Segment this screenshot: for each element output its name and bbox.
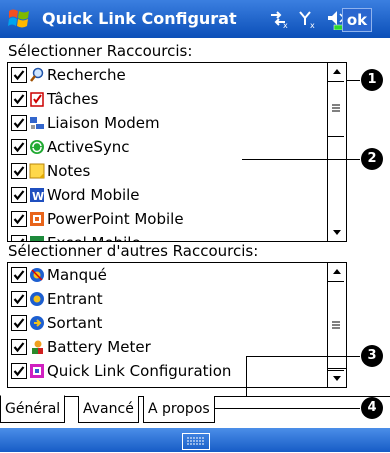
missed-call-icon: [29, 267, 45, 283]
checkbox[interactable]: [11, 363, 27, 379]
checkbox[interactable]: [11, 187, 27, 203]
callout-line: [346, 80, 360, 81]
list-item-label: Notes: [47, 162, 91, 180]
list-item[interactable]: Notes: [8, 159, 326, 183]
list-item[interactable]: W Word Mobile: [8, 183, 326, 207]
scroll-down-button[interactable]: [328, 368, 346, 387]
list-item[interactable]: Manqué: [8, 263, 326, 287]
battery-meter-icon: [29, 339, 45, 355]
list-item-label: Excel Mobile: [47, 234, 141, 241]
scroll-thumb[interactable]: [328, 281, 344, 371]
scroll-up-button[interactable]: [328, 63, 346, 81]
checkbox[interactable]: [11, 291, 27, 307]
list-item-label: Recherche: [47, 66, 126, 84]
checkbox[interactable]: [11, 139, 27, 155]
list-item-label: Tâches: [47, 90, 99, 108]
list-item[interactable]: Quick Link Configuration: [8, 359, 326, 383]
ok-button[interactable]: ok: [342, 8, 372, 32]
checkbox[interactable]: [11, 387, 27, 388]
keyboard-icon[interactable]: [182, 433, 210, 450]
list-item-label: Liaison Modem: [47, 114, 160, 132]
callout-3: 3: [361, 345, 383, 367]
list-item-label: Manqué: [47, 266, 107, 284]
list-item[interactable]: ActiveSync: [8, 135, 326, 159]
scroll-up-button[interactable]: [328, 263, 346, 281]
notes-icon: [29, 163, 45, 179]
list-item-label: Word Mobile: [47, 186, 140, 204]
list-item-label: Connexions: [47, 386, 134, 387]
tab-about[interactable]: A propos: [143, 396, 215, 423]
connectivity-icon[interactable]: x: [268, 9, 290, 29]
checkbox[interactable]: [11, 163, 27, 179]
list1-label: Sélectionner Raccourcis:: [8, 42, 193, 60]
list-item-label: ActiveSync: [47, 138, 130, 156]
tasks-icon: [29, 91, 45, 107]
list-item[interactable]: Excel Mobile: [8, 231, 326, 241]
modem-icon: [29, 115, 45, 131]
checkbox[interactable]: [11, 67, 27, 83]
list-item[interactable]: Recherche: [8, 63, 326, 87]
svg-text:W: W: [32, 190, 44, 203]
svg-text:x: x: [283, 21, 288, 29]
scroll-down-button[interactable]: [328, 223, 346, 241]
list-item-label: Quick Link Configuration: [47, 362, 232, 380]
list-item-label: Battery Meter: [47, 338, 151, 356]
callout-line: [246, 356, 247, 396]
checkbox[interactable]: [11, 315, 27, 331]
shortcuts-list: Recherche Tâches Liaison Modem ActiveSync No…: [8, 63, 326, 241]
scroll-thumb[interactable]: [328, 81, 344, 137]
callout-2: 2: [361, 148, 383, 170]
word-icon: W: [29, 187, 45, 203]
shortcuts-listbox[interactable]: Recherche Tâches Liaison Modem ActiveSync No…: [7, 62, 347, 242]
list-item[interactable]: Tâches: [8, 87, 326, 111]
callout-line: [246, 356, 360, 357]
bottom-menu-bar: [0, 428, 390, 452]
checkbox[interactable]: [11, 339, 27, 355]
callout-line: [242, 159, 360, 160]
tab-general[interactable]: Général: [0, 395, 66, 423]
list-item-label: Sortant: [47, 314, 103, 332]
tab-bar: Général Avancé A propos: [0, 395, 390, 426]
scrollbar[interactable]: [327, 263, 346, 387]
checkbox[interactable]: [11, 267, 27, 283]
connections-icon: [29, 387, 45, 388]
scrollbar[interactable]: [327, 63, 346, 241]
title-bar: Quick Link Configurat x x ok: [0, 0, 390, 38]
excel-icon: [29, 235, 45, 241]
svg-text:x: x: [310, 21, 315, 29]
list-item[interactable]: Liaison Modem: [8, 111, 326, 135]
signal-off-icon[interactable]: x: [298, 9, 318, 29]
checkbox[interactable]: [11, 91, 27, 107]
list-item[interactable]: Entrant: [8, 287, 326, 311]
list-item[interactable]: Sortant: [8, 311, 326, 335]
magnifier-icon: [29, 67, 45, 83]
tab-advanced[interactable]: Avancé: [78, 396, 139, 423]
window-title: Quick Link Configurat: [42, 9, 237, 28]
list-item-label: PowerPoint Mobile: [47, 210, 184, 228]
windows-start-icon[interactable]: [6, 6, 34, 32]
checkbox[interactable]: [11, 115, 27, 131]
activesync-icon: [29, 139, 45, 155]
quick-link-icon: [29, 363, 45, 379]
checkbox[interactable]: [11, 235, 27, 241]
outgoing-call-icon: [29, 315, 45, 331]
list-item[interactable]: PowerPoint Mobile: [8, 207, 326, 231]
callout-1: 1: [361, 69, 383, 91]
list-item-label: Entrant: [47, 290, 103, 308]
list2-label: Sélectionner d'autres Raccourcis:: [8, 242, 259, 260]
list-item[interactable]: Connexions: [8, 383, 326, 388]
checkbox[interactable]: [11, 211, 27, 227]
incoming-call-icon: [29, 291, 45, 307]
powerpoint-icon: [29, 211, 45, 227]
other-shortcuts-list: Manqué Entrant Sortant Battery Meter Quick L…: [8, 263, 326, 388]
other-shortcuts-listbox[interactable]: Manqué Entrant Sortant Battery Meter Quick L…: [7, 262, 347, 388]
